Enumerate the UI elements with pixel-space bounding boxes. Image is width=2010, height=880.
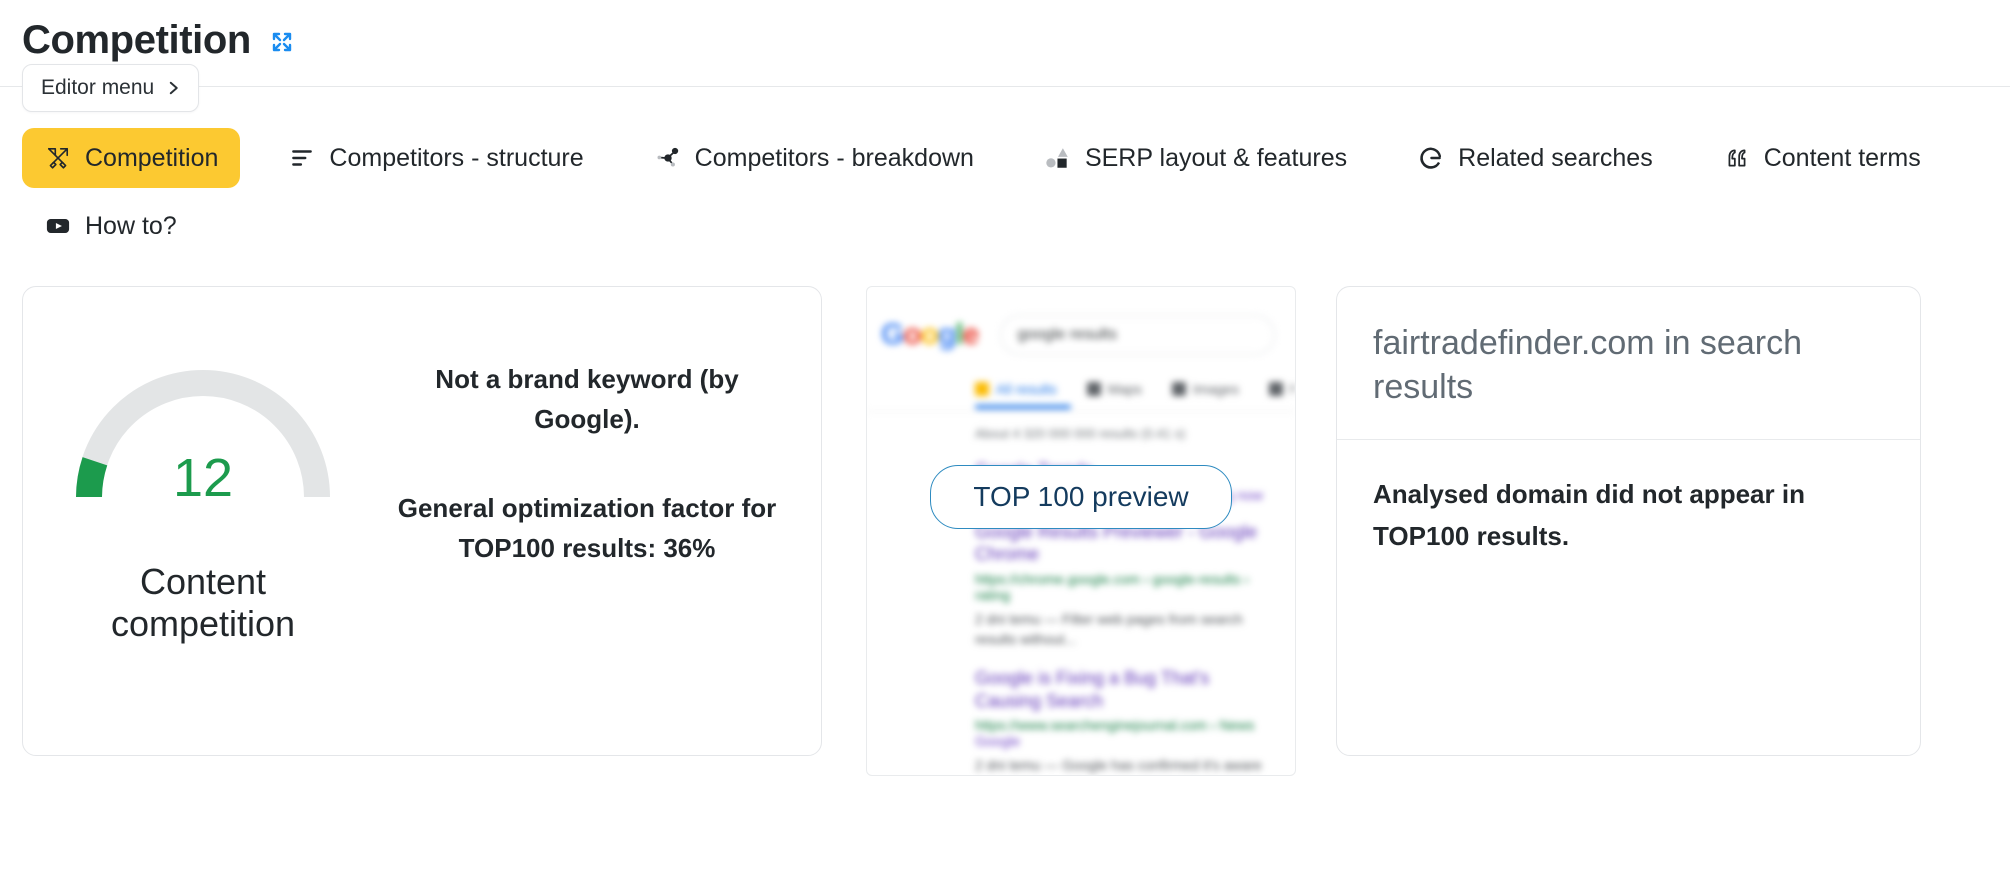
serp-topbar: Google google results: [867, 305, 1295, 355]
images-icon: [1171, 382, 1186, 396]
serp-button-wrap: TOP 100 preview: [867, 465, 1295, 529]
serp-tab-label: News: [1290, 381, 1295, 397]
serp-tab-all: All results: [975, 381, 1057, 397]
google-logo-letter: G: [881, 318, 904, 351]
serp-search-input: google results: [1000, 315, 1275, 355]
editor-menu-button[interactable]: Editor menu: [22, 64, 200, 112]
tab-label: Competition: [85, 143, 219, 172]
serp-result-item: Google is Fixing a Bug That's Causing Se…: [867, 649, 1295, 775]
serp-active-tab-underline: [975, 405, 1071, 409]
domain-in-search-results-card: fairtradefinder.com in search results An…: [1336, 286, 1921, 756]
maps-icon: [1086, 382, 1101, 396]
serp-result-url-alt: Google: [975, 733, 1021, 750]
serp-tab-label: Images: [1192, 381, 1239, 397]
brand-keyword-note: Not a brand keyword (by Google).: [435, 364, 739, 435]
serp-tab-maps: Maps: [1086, 381, 1142, 397]
serp-result-url: https://www.searchenginejournal.com › Ne…: [975, 717, 1277, 749]
tab-related-searches[interactable]: Related searches: [1395, 128, 1675, 188]
serp-screenshot: Google google results All results Maps I: [867, 287, 1295, 775]
all-results-icon: [975, 382, 989, 396]
tab-competitors-structure[interactable]: Competitors - structure: [266, 128, 605, 188]
serp-result-title: Google is Fixing a Bug That's Causing Se…: [975, 668, 1210, 711]
domain-card-title: fairtradefinder.com in search results: [1373, 324, 1802, 407]
serp-result-url-text: https://www.searchenginejournal.com › Ne…: [975, 717, 1255, 734]
domain-card-header: fairtradefinder.com in search results: [1337, 287, 1920, 441]
tab-serp-layout-features[interactable]: SERP layout & features: [1022, 128, 1369, 188]
serp-result-url: https://chrome.google.com › google-resul…: [975, 570, 1249, 603]
tab-label: Related searches: [1458, 143, 1653, 172]
tab-competition[interactable]: Competition: [22, 128, 241, 188]
domain-card-message: Analysed domain did not appear in TOP100…: [1373, 479, 1805, 551]
tab-label: Competitors - breakdown: [694, 143, 974, 172]
content-competition-gauge: 12: [63, 357, 343, 507]
tab-how-to[interactable]: How to?: [22, 196, 199, 256]
node-graph-icon: [654, 144, 682, 172]
serp-result-stats: About 4 320 000 000 results (0.41 s): [975, 426, 1186, 441]
serp-tab-row: All results Maps Images News: [867, 355, 1295, 397]
serp-tab-images: Images: [1171, 381, 1239, 397]
domain-card-body: Analysed domain did not appear in TOP100…: [1337, 440, 1920, 557]
top-100-preview-button[interactable]: TOP 100 preview: [930, 465, 1232, 529]
title-row: Competition: [22, 18, 2010, 62]
tab-competitors-breakdown[interactable]: Competitors - breakdown: [632, 128, 996, 188]
tab-bar: Competition Competitors - structure Comp: [0, 88, 2010, 256]
news-icon: [1268, 382, 1283, 396]
chevron-right-icon: [164, 79, 182, 97]
expand-arrows-icon[interactable]: [269, 29, 295, 55]
shapes-icon: [1044, 144, 1072, 172]
cards-row: 12 Content competition Not a brand keywo…: [0, 256, 2010, 776]
google-logo-letter: o: [920, 318, 939, 351]
gauge-notes: Not a brand keyword (by Google). General…: [383, 287, 821, 568]
serp-tab-label: Maps: [1107, 381, 1142, 397]
tab-label: SERP layout & features: [1084, 143, 1348, 172]
google-logo-letter: e: [962, 318, 980, 351]
youtube-play-icon: [44, 212, 72, 240]
gauge-label: Content competition: [110, 561, 296, 645]
gauge-column: 12 Content competition: [23, 287, 383, 646]
quote-marks-icon: [1723, 144, 1751, 172]
tab-content-terms[interactable]: Content terms: [1701, 128, 1943, 188]
header-divider: [0, 86, 2010, 87]
serp-tab-news: News: [1268, 381, 1295, 397]
tab-label: How to?: [85, 211, 177, 240]
page-header: Competition Editor menu: [0, 0, 2010, 112]
optimization-factor-note: General optimization factor for TOP100 r…: [397, 492, 777, 563]
serp-tab-label: All results: [996, 381, 1057, 397]
content-competition-card: 12 Content competition Not a brand keywo…: [22, 286, 822, 756]
crossed-swords-icon: [44, 144, 72, 172]
serp-result-snippet: 2 dni temu — Google has confirmed it's a…: [975, 757, 1262, 774]
google-logo-letter: l: [955, 318, 963, 351]
serp-search-value: google results: [1017, 326, 1117, 343]
google-logo-letter: o: [903, 318, 921, 351]
page-title: Competition: [22, 18, 251, 62]
editor-menu-label: Editor menu: [41, 76, 155, 99]
tab-label: Content terms: [1763, 143, 1921, 172]
google-g-icon: [1417, 144, 1445, 172]
google-logo-letter: g: [938, 318, 956, 351]
serp-preview-card[interactable]: Google google results All results Maps I: [866, 286, 1296, 776]
serp-result-snippet: 2 dni temu — Filter web pages from searc…: [975, 610, 1243, 647]
google-logo: Google: [881, 318, 980, 351]
gauge-value: 12: [172, 448, 234, 508]
tab-label: Competitors - structure: [329, 143, 584, 172]
list-lines-icon: [288, 144, 316, 172]
